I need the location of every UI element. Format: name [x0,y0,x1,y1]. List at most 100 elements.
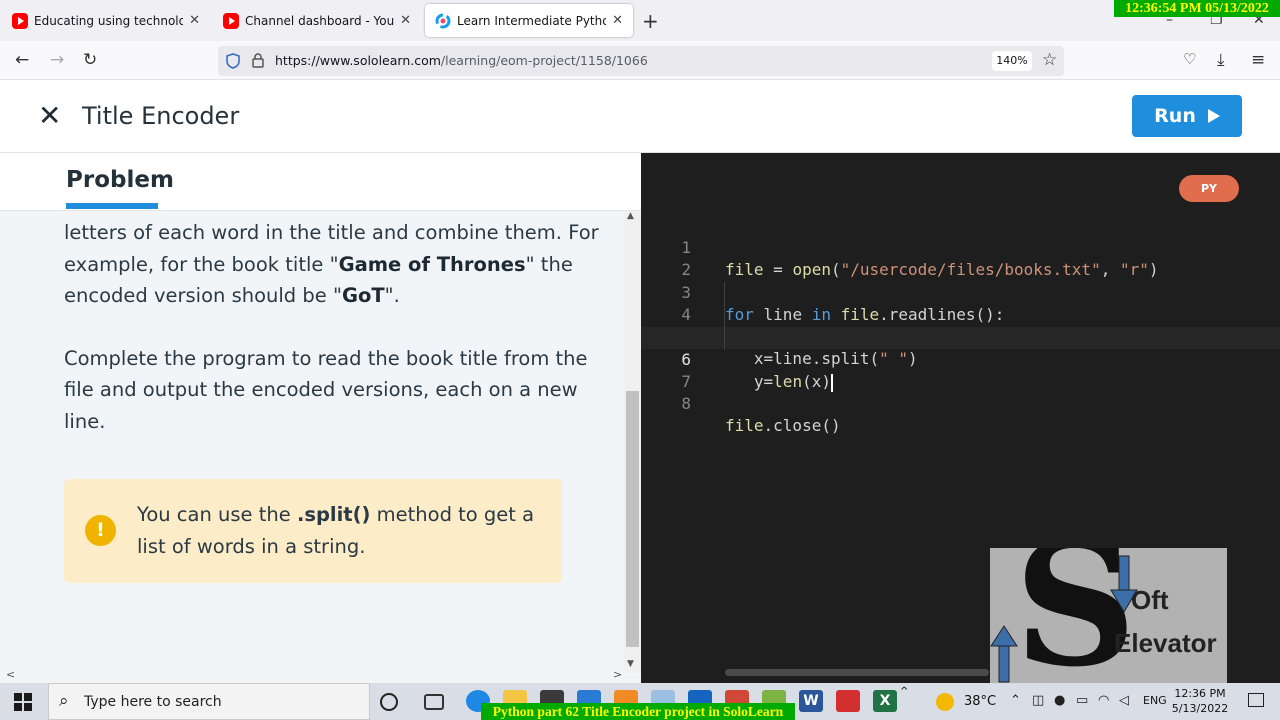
horizontal-scrollbar[interactable]: < > [0,668,624,684]
taskbar-clock[interactable]: 12:36 PM 5/13/2022 [1170,686,1230,716]
windows-start-icon[interactable] [14,693,32,711]
tab-title: Educating using technology and [34,13,184,28]
back-arrow-icon[interactable]: ← [15,50,29,70]
lock-icon[interactable] [252,53,264,68]
lesson-header: ✕ Title Encoder Run [0,80,1280,153]
url-path: /learning/eom-project/1158/1066 [440,53,648,68]
windows-taskbar: ⌕ Type here to search W X ^ Python part … [0,683,1280,720]
menu-icon[interactable]: ≡ [1251,50,1265,70]
address-bar[interactable]: https://www.sololearn.com/learning/eom-p… [218,46,1064,76]
bookmark-star-icon[interactable]: ☆ [1042,50,1057,70]
text-run: ". [384,284,400,307]
chevron-up-icon[interactable]: ⌃ [1010,693,1021,708]
problem-tab-header: Problem [0,153,641,211]
task-view-icon[interactable] [424,694,444,710]
problem-panel: Problem letters of each word in the titl… [0,153,641,683]
forward-arrow-icon[interactable]: → [50,50,64,70]
logo-word-2: Elevator [1114,628,1217,658]
scroll-thumb[interactable] [626,391,639,647]
chevron-up-icon[interactable]: ^ [900,686,908,697]
vertical-scrollbar[interactable]: ▲ ▼ [624,211,641,673]
weather-sun-icon[interactable] [936,693,954,711]
logo-word-1: Oft [1131,585,1169,615]
code-line[interactable]: 8 file.close() [641,371,1280,435]
sololearn-icon [435,13,451,28]
tab-underline [66,203,158,209]
language-badge[interactable]: PY [1179,175,1239,202]
editor-scrollbar[interactable] [725,669,989,676]
close-tab-icon[interactable]: ✕ [400,13,411,28]
microphone-icon[interactable]: ● [1054,693,1065,708]
system-tray: 38°C ⌃ ◫ ● ▭ ◠ ◁ ENG 12:36 PM 5/13/2022 [930,683,1280,720]
temperature[interactable]: 38°C [964,694,996,709]
url-host: https://www.sololearn.com [275,53,441,68]
word-icon[interactable]: W [799,690,823,712]
input-language[interactable]: ENG [1143,694,1167,707]
hint-box: ! You can use the .split() method to get… [64,479,562,583]
example-title: Game of Thrones [338,252,526,276]
line-code: file.close() [725,416,841,435]
line-number: 8 [681,394,691,413]
scroll-left-icon[interactable]: < [6,668,15,681]
close-tab-icon[interactable]: ✕ [612,13,623,28]
problem-paragraph-2: Complete the program to read the book ti… [64,346,588,433]
clock-date: 5/13/2022 [1171,702,1229,715]
exclamation-icon: ! [85,515,116,546]
hint-code: .split() [296,503,371,526]
shield-icon[interactable] [226,53,240,69]
code-line[interactable]: 7 [641,349,1280,391]
reload-icon[interactable]: ↻ [83,50,97,70]
page-title: Title Encoder [82,102,240,130]
url-text: https://www.sololearn.com/learning/eom-p… [275,53,648,68]
overlay-clock: 12:36:54 PM 05/13/2022 [1114,0,1280,17]
battery-icon[interactable]: ▭ [1076,693,1088,708]
taskbar-search[interactable]: ⌕ Type here to search [48,683,370,720]
close-tab-icon[interactable]: ✕ [189,13,200,28]
wifi-icon[interactable]: ◠ [1098,693,1109,708]
youtube-icon [12,12,28,29]
play-icon [1207,109,1220,123]
browser-tab-bar: Educating using technology and ✕ Channel… [0,0,1280,41]
tab-channel-dashboard[interactable]: Channel dashboard - YouTube St ✕ [213,4,421,37]
tab-title: Channel dashboard - YouTube St [245,13,395,28]
indent-guide [724,282,725,350]
video-caption: Python part 62 Title Encoder project in … [481,703,795,720]
code-line[interactable]: 3 for line in file.readlines(): [641,260,1280,324]
code-line-active[interactable]: 6 y=len(x) [641,327,1280,392]
code-line[interactable]: 1 file = open("/usercode/files/books.txt… [641,215,1280,279]
tab-learn-python[interactable]: Learn Intermediate Python | Solo ✕ [425,4,633,37]
run-label: Run [1154,105,1196,127]
new-tab-icon[interactable]: + [642,9,659,33]
tab-problem[interactable]: Problem [66,167,174,193]
problem-paragraph-1: letters of each word in the title and co… [64,217,604,312]
arrow-up-icon [990,625,1018,683]
tab-educating[interactable]: Educating using technology and ✕ [2,4,210,37]
cortana-icon[interactable] [380,693,398,711]
close-icon[interactable]: ✕ [38,100,61,132]
soft-elevator-logo: S Oft Elevator [990,548,1227,691]
download-icon[interactable]: ⤓ [1217,50,1225,70]
people-icon[interactable]: ◫ [1032,693,1044,708]
browser-nav-bar: ← → ↻ https://www.sololearn.com/learning… [0,41,1280,80]
scroll-up-icon[interactable]: ▲ [627,211,634,221]
excel-icon[interactable]: X [873,690,897,712]
scroll-right-icon[interactable]: > [613,668,622,681]
youtube-icon [223,12,239,29]
code-line[interactable]: 5 x=line.split(" ") [641,304,1280,368]
search-icon: ⌕ [59,691,69,711]
text-run: You can use the [137,503,297,526]
code-line[interactable]: 2 [641,237,1280,279]
volume-icon[interactable]: ◁ [1119,693,1129,708]
scroll-down-icon[interactable]: ▼ [627,659,634,669]
zoom-level[interactable]: 140% [992,51,1032,71]
notification-icon[interactable] [1248,693,1264,707]
example-encoded: GoT [341,284,385,307]
clock-time: 12:36 PM [1174,687,1226,700]
pocket-icon[interactable]: ♡ [1183,50,1196,68]
hint-text: You can use the .split() method to get a… [137,499,537,562]
acrobat-icon[interactable] [836,690,860,712]
problem-description: letters of each word in the title and co… [64,217,604,468]
code-line[interactable]: 4 #your code goes here [641,282,1280,346]
search-placeholder: Type here to search [84,694,222,710]
run-button[interactable]: Run [1132,95,1242,137]
